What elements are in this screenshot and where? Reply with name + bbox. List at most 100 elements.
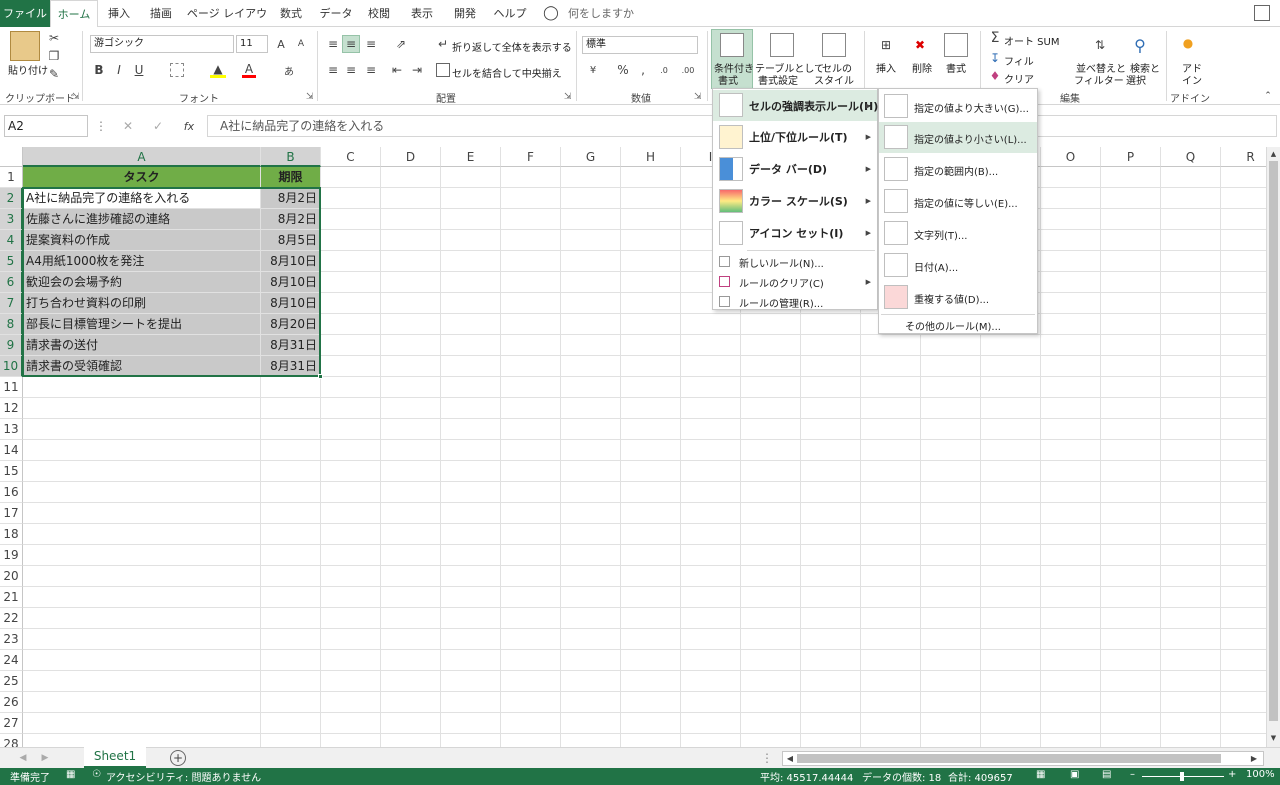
cell-styles-label-2[interactable]: スタイル [814, 72, 854, 87]
addins-label-2[interactable]: イン [1182, 72, 1202, 87]
select-all-corner[interactable] [0, 147, 23, 167]
sort-filter-label-2[interactable]: フィルター [1074, 72, 1124, 87]
submenu-text-contains[interactable]: 文字列(T)... [879, 218, 1037, 249]
format-as-table-label-2[interactable]: 書式設定 [758, 72, 798, 87]
row-header-12[interactable]: 12 [0, 398, 23, 419]
format-cells-icon[interactable] [944, 33, 968, 57]
row-header-1[interactable]: 1 [0, 167, 23, 188]
addins-icon[interactable]: ● [1180, 35, 1196, 51]
row-header-6[interactable]: 6 [0, 272, 23, 293]
menu-item-new-rule[interactable]: 新しいルール(N)... [713, 252, 877, 272]
page-layout-view-icon[interactable]: ▣ [1070, 769, 1079, 780]
enter-icon[interactable]: ✓ [150, 118, 166, 134]
wrap-text-icon[interactable]: ↵ [436, 37, 450, 51]
split-handle-icon[interactable]: ⋮ [761, 751, 773, 765]
row-header-7[interactable]: 7 [0, 293, 23, 314]
scroll-up-icon[interactable]: ▲ [1268, 149, 1279, 159]
submenu-greater-than[interactable]: 指定の値より大きい(G)... [879, 91, 1037, 121]
submenu-less-than[interactable]: 指定の値より小さい(L)... [879, 122, 1037, 153]
phonetic-icon[interactable]: あ [282, 62, 296, 78]
column-header-f[interactable]: F [501, 147, 561, 167]
column-header-o[interactable]: O [1041, 147, 1101, 167]
align-right-icon[interactable]: ≡ [364, 63, 378, 77]
horizontal-scrollbar[interactable]: ◀ ▶ [782, 751, 1264, 766]
h-scroll-thumb[interactable] [797, 754, 1221, 763]
row-header-16[interactable]: 16 [0, 482, 23, 503]
menu-item-top-bottom-rules[interactable]: 上位/下位ルール(T) ▶ [713, 121, 877, 153]
border-icon[interactable] [170, 63, 184, 77]
wrap-text-button[interactable]: 折り返して全体を表示する [452, 39, 572, 54]
row-header-23[interactable]: 23 [0, 629, 23, 650]
row-header-9[interactable]: 9 [0, 335, 23, 356]
tab-home[interactable]: ホーム [50, 0, 98, 28]
header-cell-deadline[interactable]: 期限 [261, 167, 321, 188]
page-break-view-icon[interactable]: ▤ [1102, 769, 1111, 780]
prev-sheet-icon[interactable]: ◀ [18, 751, 28, 765]
clipboard-launcher-icon[interactable]: ⇲ [72, 92, 80, 102]
row-header-13[interactable]: 13 [0, 419, 23, 440]
row-header-5[interactable]: 5 [0, 251, 23, 272]
menu-item-manage-rules[interactable]: ルールの管理(R)... [713, 292, 877, 312]
next-sheet-icon[interactable]: ▶ [40, 751, 50, 765]
format-as-table-icon[interactable] [770, 33, 794, 57]
row-header-15[interactable]: 15 [0, 461, 23, 482]
paste-icon[interactable] [10, 31, 40, 61]
tab-developer[interactable]: 開発 [446, 0, 484, 27]
column-header-c[interactable]: C [321, 147, 381, 167]
font-launcher-icon[interactable]: ⇲ [306, 92, 314, 102]
clear-icon[interactable]: ♦ [988, 69, 1002, 83]
normal-view-icon[interactable]: ▦ [1036, 769, 1045, 780]
align-top-icon[interactable]: ≡ [326, 37, 340, 51]
column-header-e[interactable]: E [441, 147, 501, 167]
vertical-scrollbar[interactable]: ▲ ▼ [1266, 147, 1280, 747]
column-header-d[interactable]: D [381, 147, 441, 167]
row-header-14[interactable]: 14 [0, 440, 23, 461]
sheet-tab-sheet1[interactable]: Sheet1 [84, 747, 146, 768]
fill-icon[interactable]: ↧ [988, 51, 1002, 65]
tab-view[interactable]: 表示 [402, 0, 442, 27]
scroll-down-icon[interactable]: ▼ [1268, 733, 1279, 743]
header-cell-task[interactable]: タスク [23, 167, 261, 188]
column-header-h[interactable]: H [621, 147, 681, 167]
format-cells-label[interactable]: 書式 [946, 60, 966, 75]
macro-record-icon[interactable]: ▦ [66, 769, 75, 780]
row-header-25[interactable]: 25 [0, 671, 23, 692]
row-header-21[interactable]: 21 [0, 587, 23, 608]
zoom-in-icon[interactable]: + [1228, 769, 1236, 780]
scroll-thumb[interactable] [1269, 161, 1278, 721]
name-box[interactable]: A2 [4, 115, 88, 137]
increase-indent-icon[interactable]: ⇥ [410, 63, 424, 77]
shrink-font-icon[interactable]: A [294, 36, 308, 52]
copy-icon[interactable]: ❐ [46, 49, 62, 63]
cut-icon[interactable]: ✂ [46, 31, 62, 45]
autosum-icon[interactable]: Σ [988, 30, 1002, 46]
submenu-between[interactable]: 指定の範囲内(B)... [879, 154, 1037, 185]
font-color-icon[interactable]: A [242, 62, 256, 78]
row-header-26[interactable]: 26 [0, 692, 23, 713]
row-header-17[interactable]: 17 [0, 503, 23, 524]
row-header-24[interactable]: 24 [0, 650, 23, 671]
tab-page-layout[interactable]: ページ レイアウト [184, 0, 270, 47]
cell-styles-icon[interactable] [822, 33, 846, 57]
menu-item-data-bars[interactable]: データ バー(D) ▶ [713, 153, 877, 185]
add-sheet-icon[interactable]: + [170, 750, 186, 766]
row-header-18[interactable]: 18 [0, 524, 23, 545]
menu-item-clear-rules[interactable]: ルールのクリア(C) ▶ [713, 272, 877, 292]
number-format-select[interactable]: 標準 [582, 36, 698, 54]
fill-color-icon[interactable]: ▲ [210, 62, 226, 78]
paste-label[interactable]: 貼り付け [8, 62, 48, 77]
row-header-28[interactable]: 28 [0, 734, 23, 747]
clear-button[interactable]: クリア [1004, 71, 1034, 86]
orientation-icon[interactable]: ⇗ [390, 37, 412, 51]
align-bottom-icon[interactable]: ≡ [364, 37, 378, 51]
column-header-b[interactable]: B [261, 147, 321, 167]
comment-icon[interactable] [1254, 5, 1270, 21]
tab-draw[interactable]: 描画 [140, 0, 182, 27]
row-header-8[interactable]: 8 [0, 314, 23, 335]
submenu-date-occurring[interactable]: 日付(A)... [879, 250, 1037, 281]
tab-help[interactable]: ヘルプ [488, 0, 532, 27]
fill-handle[interactable] [318, 374, 323, 379]
increase-decimal-icon[interactable]: .0 [656, 63, 672, 77]
row-header-10[interactable]: 10 [0, 356, 23, 377]
format-painter-icon[interactable]: ✎ [46, 67, 62, 81]
